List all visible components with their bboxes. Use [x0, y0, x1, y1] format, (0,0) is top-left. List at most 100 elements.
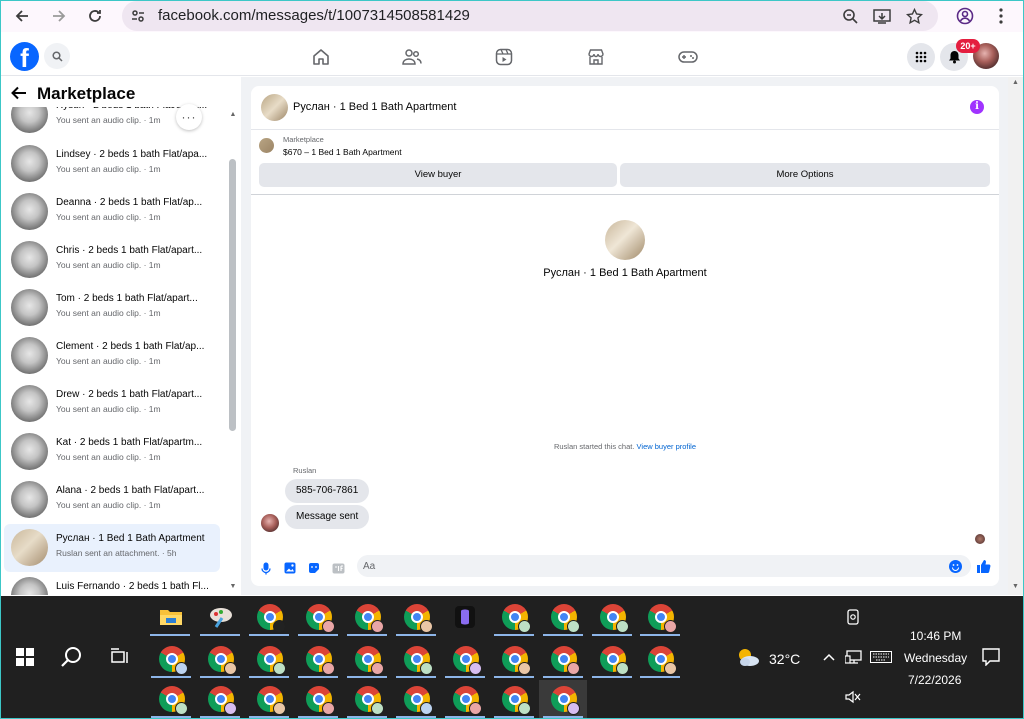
info-icon[interactable]: i [970, 100, 984, 114]
microphone-icon[interactable] [259, 561, 273, 575]
clock-time[interactable]: 10:46 PM [910, 629, 961, 643]
home-tab[interactable] [309, 46, 333, 68]
chrome-icon[interactable] [302, 642, 336, 676]
sticker-icon[interactable] [307, 561, 321, 575]
conversation-item[interactable]: Drew · 2 beds 1 bath Flat/apart... You s… [4, 380, 220, 428]
view-buyer-profile-link[interactable]: View buyer profile [637, 442, 696, 451]
message-bubble[interactable]: Message sent [285, 505, 370, 529]
conversation-item[interactable]: Tom · 2 beds 1 bath Flat/apart... You se… [4, 284, 220, 332]
search-button[interactable] [44, 43, 70, 69]
chat-profile-avatar[interactable] [605, 220, 645, 260]
taskbar-search-button[interactable] [55, 640, 89, 674]
page-scroll-down-icon[interactable]: ▼ [1012, 583, 1019, 590]
video-tab[interactable] [492, 46, 516, 68]
gaming-tab[interactable] [676, 46, 700, 68]
listing-thumbnail[interactable] [259, 138, 274, 153]
chat-title[interactable]: Руслан · 1 Bed 1 Bath Apartment [293, 101, 456, 113]
clock-date[interactable]: 7/22/2026 [908, 673, 961, 687]
scroll-up-icon[interactable]: ▲ [228, 111, 238, 118]
weather-icon[interactable] [731, 640, 765, 674]
app-icon[interactable] [448, 600, 482, 634]
conversation-item[interactable]: Deanna · 2 beds 1 bath Flat/ap... You se… [4, 188, 220, 236]
page-scrollbar[interactable]: ▲ ▼ [1008, 77, 1024, 595]
sidebar-scrollbar[interactable]: ▲ ▼ [228, 109, 238, 595]
scroll-thumb[interactable] [229, 159, 236, 431]
chrome-icon[interactable] [253, 642, 287, 676]
facebook-logo[interactable]: f [10, 42, 39, 71]
install-app-icon[interactable] [872, 6, 892, 26]
chrome-icon[interactable] [302, 682, 336, 716]
conversation-item[interactable]: Kat · 2 beds 1 bath Flat/apartm... You s… [4, 428, 220, 476]
back-arrow-icon[interactable] [11, 86, 27, 100]
listing-price[interactable]: $670 – 1 Bed 1 Bath Apartment [283, 147, 402, 157]
forward-button[interactable] [47, 4, 71, 28]
conversation-item[interactable]: Luis Fernando · 2 beds 1 bath Fl... [4, 572, 220, 595]
scroll-down-icon[interactable]: ▼ [228, 583, 238, 590]
more-options-button[interactable]: More Options [620, 163, 990, 187]
chrome-icon[interactable] [400, 682, 434, 716]
chrome-icon[interactable] [596, 642, 630, 676]
chrome-icon[interactable] [547, 682, 581, 716]
photo-icon[interactable] [283, 561, 297, 575]
chrome-icon[interactable] [644, 642, 678, 676]
chrome-icon[interactable] [253, 600, 287, 634]
friends-tab[interactable] [400, 46, 424, 68]
chrome-icon[interactable] [498, 682, 532, 716]
conversation-item-selected[interactable]: Руслан · 1 Bed 1 Bath Apartment Ruslan s… [4, 524, 220, 572]
like-thumb-icon[interactable] [976, 559, 991, 574]
message-bubble[interactable]: 585-706-7861 [285, 479, 370, 503]
start-button[interactable] [8, 640, 42, 674]
marketplace-tab[interactable] [584, 46, 608, 68]
menu-button[interactable] [907, 43, 935, 71]
conversation-item[interactable]: Alana · 2 beds 1 bath Flat/apart... You … [4, 476, 220, 524]
conversation-item[interactable]: Chris · 2 beds 1 bath Flat/apart... You … [4, 236, 220, 284]
browser-menu-button[interactable] [989, 4, 1013, 28]
chat-avatar[interactable] [261, 94, 288, 121]
address-bar[interactable]: facebook.com/messages/t/1007314508581429 [122, 1, 938, 31]
chrome-icon[interactable] [449, 682, 483, 716]
chrome-icon[interactable] [155, 682, 189, 716]
chrome-icon[interactable] [204, 682, 238, 716]
conversation-title: Kat · 2 beds 1 bath Flat/apartm... [56, 437, 203, 448]
volume-muted-icon[interactable] [836, 680, 870, 714]
chrome-icon[interactable] [204, 642, 238, 676]
chrome-icon[interactable] [351, 642, 385, 676]
emoji-icon[interactable] [949, 560, 962, 573]
view-buyer-button[interactable]: View buyer [259, 163, 617, 187]
chrome-icon[interactable] [547, 642, 581, 676]
back-button[interactable] [10, 4, 34, 28]
weather-temperature[interactable]: 32°C [769, 651, 800, 667]
meet-now-icon[interactable] [836, 600, 870, 634]
page-scroll-up-icon[interactable]: ▲ [1012, 79, 1019, 86]
chrome-icon[interactable] [400, 642, 434, 676]
conversation-item[interactable]: Clement · 2 beds 1 bath Flat/ap... You s… [4, 332, 220, 380]
conversation-item[interactable]: Lindsey · 2 beds 1 bath Flat/apa... You … [4, 140, 220, 188]
conversation-avatar [11, 289, 48, 326]
chrome-icon[interactable] [449, 642, 483, 676]
chrome-icon[interactable] [400, 600, 434, 634]
chrome-icon[interactable] [302, 600, 336, 634]
chrome-icon[interactable] [596, 600, 630, 634]
profile-button[interactable] [953, 4, 977, 28]
keyboard-icon[interactable] [864, 640, 898, 674]
zoom-icon[interactable] [840, 6, 860, 26]
task-view-button[interactable] [103, 640, 137, 674]
chrome-icon[interactable] [253, 682, 287, 716]
gif-icon[interactable] [331, 561, 345, 575]
file-explorer-icon[interactable] [154, 600, 188, 634]
chrome-icon[interactable] [155, 642, 189, 676]
reload-button[interactable] [83, 4, 107, 28]
chrome-icon[interactable] [498, 642, 532, 676]
notification-center-icon[interactable] [974, 640, 1008, 674]
message-input[interactable] [357, 555, 971, 577]
chrome-icon[interactable] [644, 600, 678, 634]
site-info-icon[interactable] [130, 8, 146, 24]
conversation-options-button[interactable]: ··· [176, 104, 202, 130]
chrome-icon[interactable] [351, 682, 385, 716]
chrome-icon[interactable] [351, 600, 385, 634]
chrome-icon[interactable] [498, 600, 532, 634]
chrome-icon[interactable] [547, 600, 581, 634]
clock-day[interactable]: Wednesday [904, 651, 967, 665]
paint-app-icon[interactable] [204, 600, 238, 634]
bookmark-star-icon[interactable] [904, 6, 924, 26]
